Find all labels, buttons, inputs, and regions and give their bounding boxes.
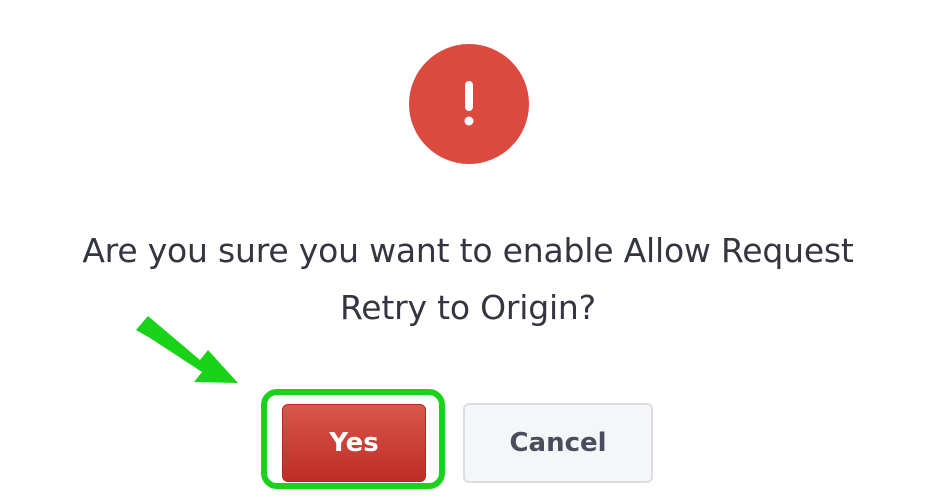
cancel-button[interactable]: Cancel bbox=[463, 403, 653, 483]
confirm-dialog: Are you sure you want to enable Allow Re… bbox=[0, 0, 950, 500]
exclamation-icon bbox=[409, 44, 529, 164]
arrow-pointer-icon bbox=[136, 316, 238, 383]
yes-button[interactable]: Yes bbox=[282, 404, 426, 482]
exclamation-glyph-icon bbox=[464, 81, 474, 126]
